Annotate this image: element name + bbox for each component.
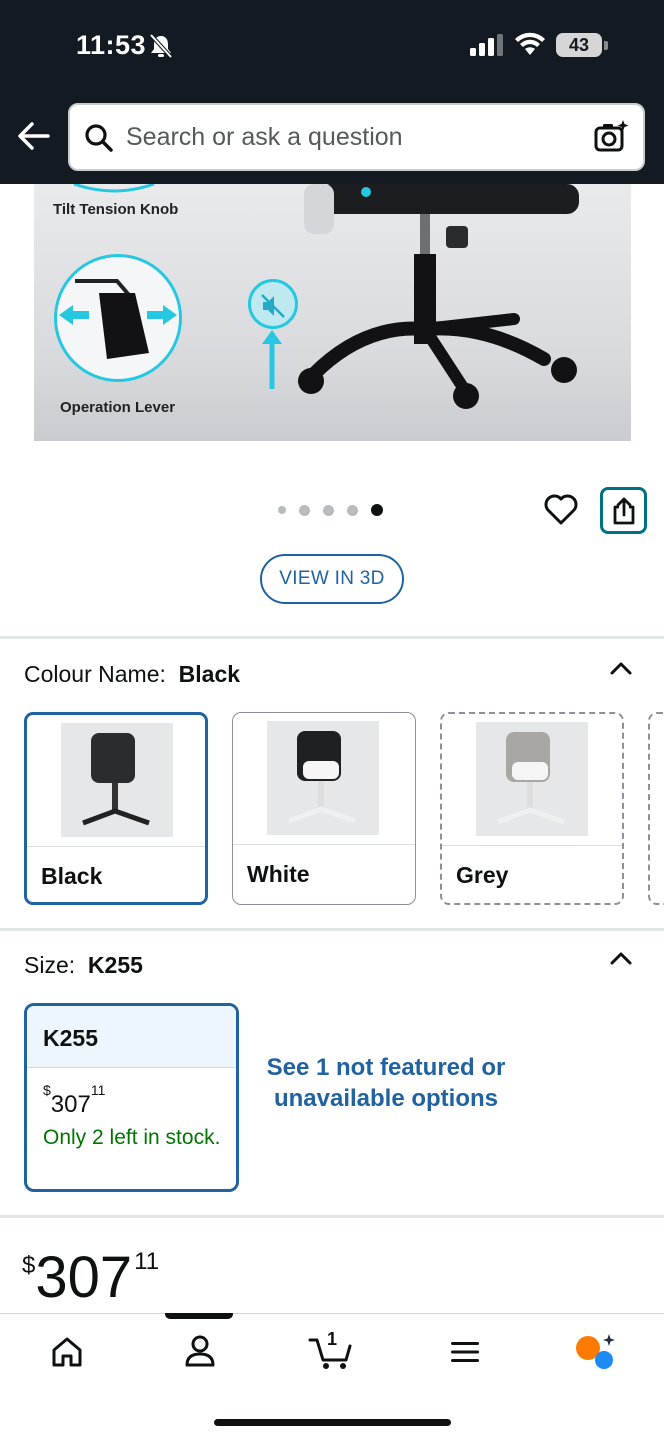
colour-option-black[interactable]: Black [24,712,208,905]
swatch-image [442,714,622,846]
search-input[interactable] [126,117,576,157]
rufus-assistant-icon[interactable] [574,1334,616,1370]
size-option-k255[interactable]: K255 $30711 Only 2 left in stock. [24,1003,239,1192]
share-button[interactable] [600,487,647,534]
wifi-icon [515,32,545,55]
wishlist-heart-icon[interactable] [544,494,578,526]
search-icon [85,124,113,152]
account-icon[interactable] [184,1334,216,1368]
search-bar[interactable] [68,103,645,171]
share-icon [613,497,635,525]
stock-status: Only 2 left in stock. [43,1126,221,1149]
size-heading: Size: K255 [24,952,143,979]
callout-operation-lever: Operation Lever [60,399,176,416]
colour-option-grey[interactable]: Grey [440,712,624,905]
colour-label: Colour Name: [24,661,166,687]
size-option-header: K255 [27,1006,236,1068]
section-divider [0,636,664,639]
carousel-dots[interactable] [278,504,383,516]
see-unavailable-options-link[interactable]: See 1 not featured or unavailable option… [262,1052,510,1114]
status-time: 11:53 [76,30,147,60]
product-image[interactable]: Tilt Tension Knob Operation Lever [34,184,631,441]
back-arrow-icon[interactable] [16,118,52,154]
colour-selected-value: Black [178,661,241,687]
section-divider [0,1215,664,1218]
camera-search-icon[interactable] [593,119,629,155]
collapse-colour-chevron-icon[interactable] [609,660,633,676]
battery-cap [604,41,608,50]
callout-tilt-knob: Tilt Tension Knob [53,201,179,218]
colour-option-white[interactable]: White [232,712,416,905]
colour-heading: Colour Name: Black [24,661,240,688]
active-tab-indicator [165,1313,233,1319]
swatch-label: Grey [456,862,509,888]
top-bar: 11:53 43 [0,0,664,184]
carousel-dot[interactable] [323,504,334,516]
signal-icon [470,34,503,56]
home-indicator [214,1419,451,1426]
carousel-dot[interactable] [299,504,310,516]
battery-indicator: 43 [556,33,602,57]
collapse-size-chevron-icon[interactable] [609,950,633,966]
product-price: $30711 [22,1245,160,1310]
size-option-price: $30711 [43,1082,106,1118]
view-in-3d-button[interactable]: VIEW IN 3D [260,554,404,604]
lever-detail-circle [54,254,182,382]
mute-icon [261,294,285,318]
section-divider [0,928,664,931]
cart-count-badge: 1 [327,1329,338,1349]
home-icon[interactable] [50,1336,84,1368]
colour-option-more[interactable] [648,712,664,905]
size-label: Size: [24,952,76,978]
carousel-dot[interactable] [278,506,286,514]
swatch-label: White [247,861,310,887]
size-option-name: K255 [43,1025,98,1051]
size-selected-value: K255 [87,952,143,978]
carousel-dot[interactable] [347,504,358,516]
menu-icon[interactable] [450,1340,480,1364]
swatch-label: Black [41,863,103,889]
carousel-dot-active[interactable] [371,504,383,516]
product-page: 11:53 43 Search or ask a question Tilt T… [0,0,664,1440]
swatch-image [233,713,415,845]
swatch-image [27,715,205,847]
silent-bell-icon [149,33,173,59]
